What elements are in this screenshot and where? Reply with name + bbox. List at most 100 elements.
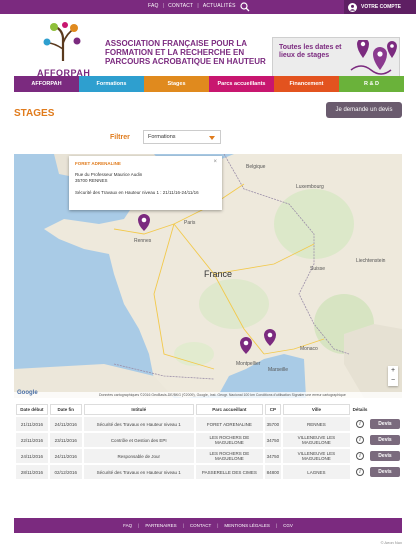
separator: | [275, 523, 278, 528]
credit-text: © Aeon Nux [380, 540, 402, 545]
cell-end-date: 24/11/2016 [49, 417, 82, 431]
cell-postcode: 34750 [265, 433, 281, 447]
main-nav: AFFORPAH Formations Stages Parcs accueil… [14, 76, 404, 92]
filter-select[interactable]: Formations [143, 130, 221, 144]
nav-label: AFFORPAH [31, 81, 62, 87]
zoom-in-button[interactable]: + [388, 366, 398, 376]
devis-button[interactable]: Devis [369, 467, 400, 477]
chevron-down-icon [209, 136, 215, 140]
col-header-title: Intitulé [83, 404, 194, 415]
cell-city: LAGNES [282, 465, 351, 479]
table-row: 21/11/2016 24/11/2016 Sécurité des Trava… [16, 417, 400, 431]
footer-link-partenaires[interactable]: PARTENAIRES [145, 523, 176, 528]
cell-title: Sécurité des Travaux en Hauteur niveau 1 [83, 417, 194, 431]
col-header-postcode: CP [265, 404, 281, 415]
nav-item-rd[interactable]: R & D [339, 76, 404, 92]
top-link-actualites[interactable]: ACTUALITÉS [203, 3, 236, 9]
popup-session: Sécurité des Travaux en Hauteur niveau 1… [75, 190, 199, 195]
col-header-city: Ville [282, 404, 351, 415]
separator: | [217, 523, 219, 528]
devis-button[interactable]: Devis [369, 451, 400, 461]
nav-item-financement[interactable]: Financement [274, 76, 339, 92]
top-link-contact[interactable]: CONTACT [168, 3, 193, 9]
separator: | [197, 3, 199, 9]
footer-link-faq[interactable]: FAQ [123, 523, 132, 528]
cell-title: Responsable de Jour [83, 449, 194, 463]
cell-end-date: 23/11/2016 [49, 433, 82, 447]
cell-start-date: 22/11/2016 [16, 433, 48, 447]
col-header-details: Détails [352, 404, 368, 415]
cell-action: Devis [369, 417, 400, 431]
search-icon[interactable] [240, 2, 250, 12]
account-label: VOTRE COMPTE [361, 4, 402, 10]
tree-logo-icon[interactable] [40, 21, 86, 61]
map-label-marseille: Marseille [268, 367, 289, 373]
nav-item-parcs[interactable]: Parcs accueillants [209, 76, 274, 92]
cell-title: Sécurité des Travaux en Hauteur niveau 1 [83, 465, 194, 479]
table-row: 28/11/2016 02/12/2016 Sécurité des Trava… [16, 465, 400, 479]
filter-label: Filtrer [110, 134, 130, 141]
table-header-row: Date début Date fin Intitulé Parc accuei… [16, 404, 400, 415]
cell-park: LES ROCHERS DE MAGUELONE [195, 449, 264, 463]
stages-map[interactable]: France Belgique Luxembourg Suisse Liecht… [14, 154, 402, 398]
separator: | [182, 523, 184, 528]
map-label-belgique: Belgique [246, 164, 266, 170]
col-header-action [369, 404, 400, 415]
top-bar: FAQ | CONTACT | ACTUALITÉS VOTRE COMPTE [0, 0, 416, 14]
map-label-paris: Paris [184, 220, 196, 226]
nav-label: Formations [96, 81, 127, 87]
footer: FAQ | PARTENAIRES | CONTACT | MENTIONS L… [14, 518, 402, 533]
devis-button[interactable]: Devis [369, 419, 400, 429]
close-icon[interactable]: × [213, 159, 217, 165]
cell-city: VILLENEUVE LES MAGUELONE [282, 449, 351, 463]
cell-details: i [352, 465, 368, 479]
devis-button[interactable]: Devis [369, 435, 400, 445]
nav-label: Financement [289, 81, 324, 87]
cell-city: RENNES [282, 417, 351, 431]
cell-end-date: 24/11/2016 [49, 449, 82, 463]
nav-label: Parcs accueillants [217, 81, 266, 87]
stages-table: Date début Date fin Intitulé Parc accuei… [14, 402, 402, 481]
table-row: 22/11/2016 23/11/2016 Contrôle et Gestio… [16, 433, 400, 447]
info-icon[interactable]: i [356, 468, 365, 476]
col-header-start-date: Date début [16, 404, 48, 415]
top-link-faq[interactable]: FAQ [148, 3, 159, 9]
popup-address-line2: 35700 RENNES [75, 178, 108, 183]
cell-postcode: 35700 [265, 417, 281, 431]
cell-action: Devis [369, 465, 400, 479]
cell-action: Devis [369, 433, 400, 447]
footer-link-cgv[interactable]: CGV [283, 523, 293, 528]
info-icon[interactable]: i [356, 420, 365, 428]
map-label-suisse: Suisse [310, 266, 326, 272]
header: AFFORPAH ASSOCIATION FRANÇAISE POUR LA F… [0, 14, 416, 82]
top-links: FAQ | CONTACT | ACTUALITÉS [148, 3, 236, 9]
info-icon[interactable]: i [356, 436, 365, 444]
nav-item-stages[interactable]: Stages [144, 76, 209, 92]
map-label-france: France [204, 269, 233, 279]
footer-link-mentions[interactable]: MENTIONS LÉGALES [224, 523, 270, 528]
cell-details: i [352, 433, 368, 447]
promo-text: Toutes les dates et lieux de stages [279, 44, 342, 59]
cell-postcode: 34750 [265, 449, 281, 463]
map-marker-icon[interactable] [264, 329, 276, 346]
cell-start-date: 28/11/2016 [16, 465, 48, 479]
nav-item-afforpah[interactable]: AFFORPAH [14, 76, 79, 92]
map-attribution: Données cartographiques ©2016 GeoBasis-D… [14, 392, 402, 398]
table-row: 24/11/2016 24/11/2016 Responsable de Jou… [16, 449, 400, 463]
map-marker-icon[interactable] [138, 214, 150, 231]
map-zoom-control: + − [388, 366, 398, 386]
cell-postcode: 84800 [265, 465, 281, 479]
nav-item-formations[interactable]: Formations [79, 76, 144, 92]
cell-details: i [352, 417, 368, 431]
page-title: STAGES [14, 108, 55, 119]
cell-park: LES ROCHERS DE MAGUELONE [195, 433, 264, 447]
zoom-out-button[interactable]: − [388, 376, 398, 386]
footer-link-contact[interactable]: CONTACT [190, 523, 211, 528]
separator: | [162, 3, 165, 9]
cell-details: i [352, 449, 368, 463]
request-quote-button[interactable]: Je demande un devis [326, 102, 402, 118]
map-marker-icon[interactable] [240, 337, 252, 354]
info-icon[interactable]: i [356, 452, 365, 460]
cell-park: FORET ADRENALINE [195, 417, 264, 431]
account-button[interactable]: VOTRE COMPTE [344, 0, 416, 14]
